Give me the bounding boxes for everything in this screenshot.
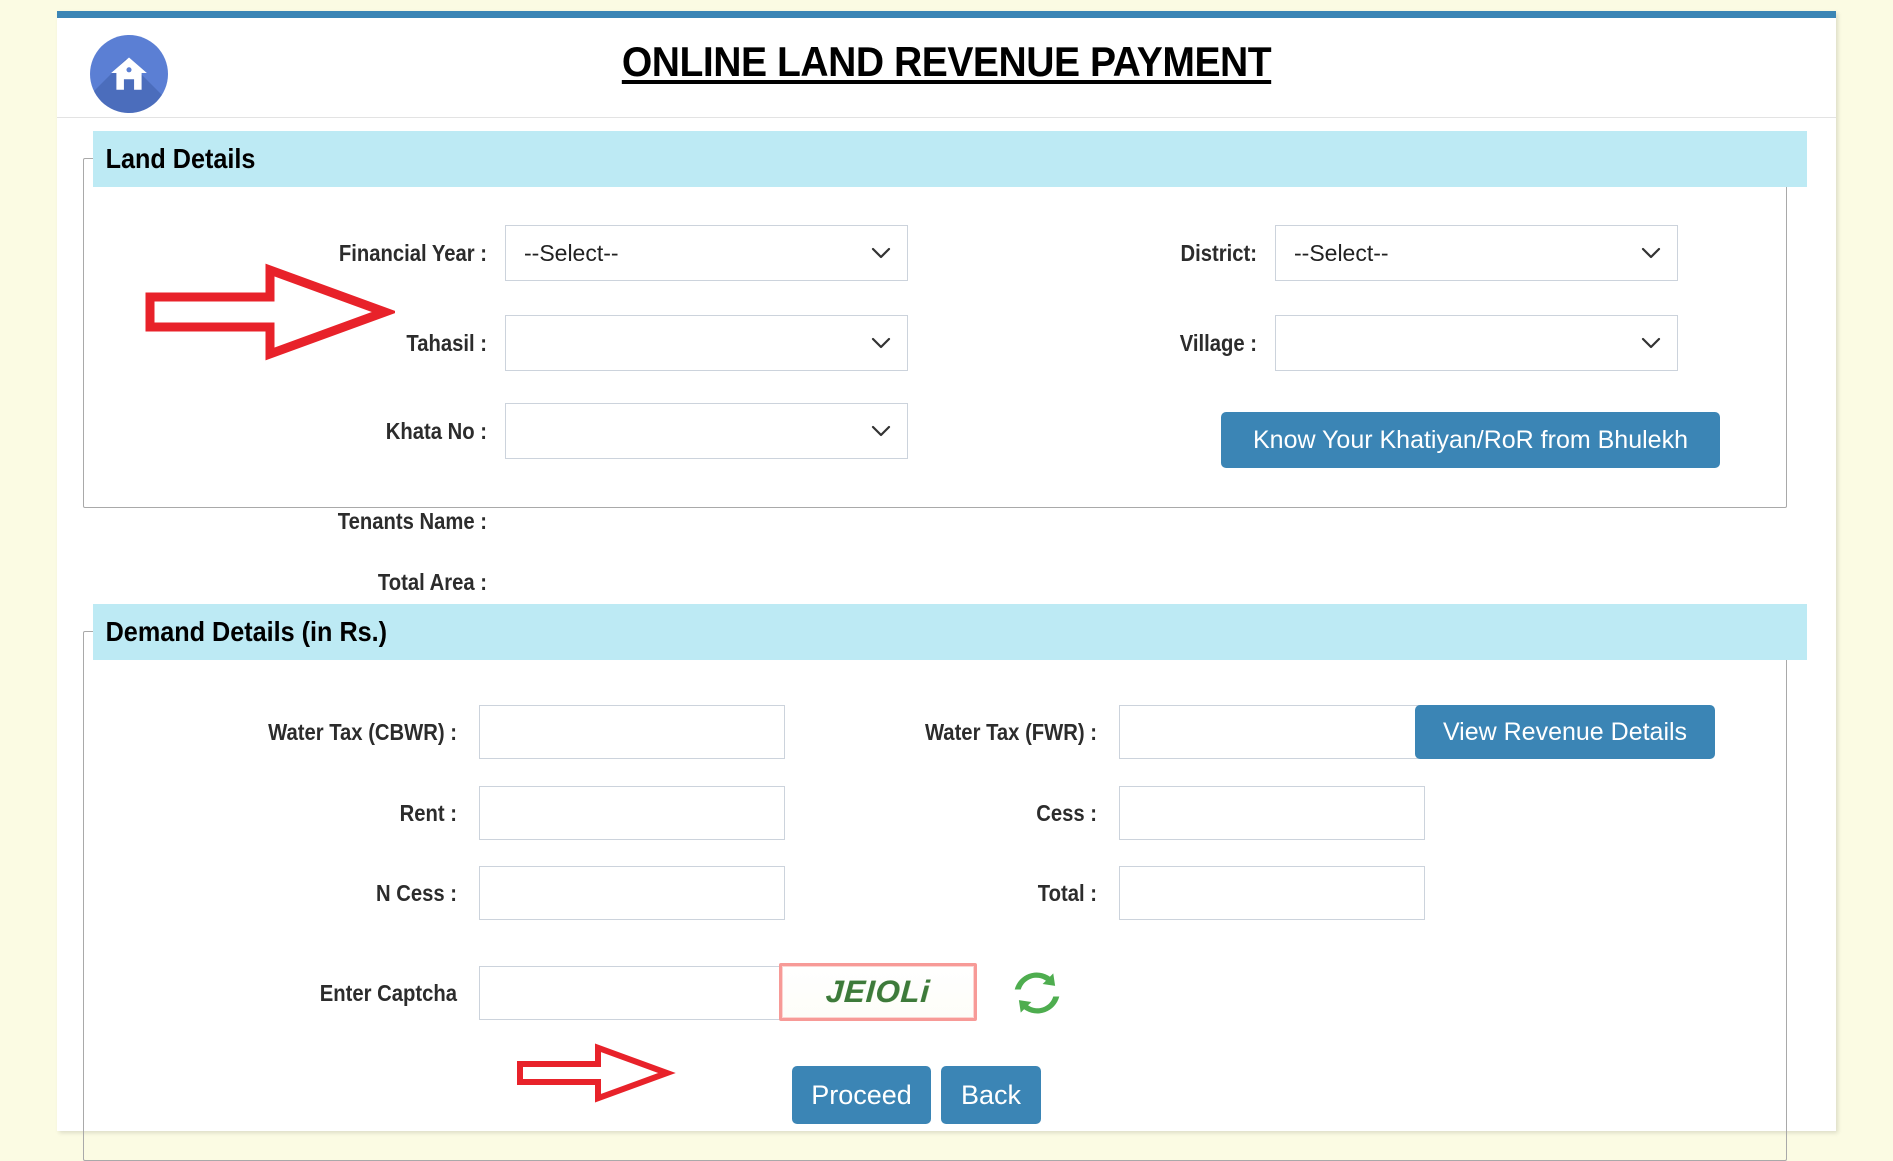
chevron-down-icon [1641, 247, 1661, 259]
field-cess: Cess : [857, 786, 1425, 840]
village-label: Village : [1151, 330, 1257, 357]
total-area-label: Total Area : [320, 569, 487, 596]
chevron-down-icon [1641, 337, 1661, 349]
red-arrow-annotation-proceed [465, 1043, 725, 1103]
water-tax-fwr-input[interactable] [1119, 705, 1425, 759]
field-village: Village : [1137, 315, 1678, 371]
khata-no-select[interactable] [505, 403, 908, 459]
field-water-tax-cbwr: Water Tax (CBWR) : [197, 705, 785, 759]
n-cess-label: N Cess : [228, 880, 457, 907]
field-khata-no: Khata No : [297, 403, 908, 459]
rent-input[interactable] [479, 786, 785, 840]
water-tax-cbwr-label: Water Tax (CBWR) : [228, 719, 457, 746]
captcha-input[interactable] [479, 966, 785, 1020]
chevron-down-icon [871, 247, 891, 259]
captcha-image: JEIOLi [779, 963, 977, 1021]
tenants-name-label: Tenants Name : [320, 508, 487, 535]
refresh-captcha-button[interactable] [1012, 968, 1062, 1023]
page-header: ONLINE LAND REVENUE PAYMENT [57, 18, 1836, 118]
tahasil-select[interactable] [505, 315, 908, 371]
water-tax-cbwr-input[interactable] [479, 705, 785, 759]
back-button[interactable]: Back [941, 1066, 1041, 1124]
enter-captcha-label: Enter Captcha [228, 980, 457, 1007]
chevron-down-icon [871, 337, 891, 349]
district-value: --Select-- [1294, 240, 1389, 267]
field-tenants-name: Tenants Name : [297, 508, 908, 535]
proceed-button[interactable]: Proceed [792, 1066, 931, 1124]
demand-details-legend-band: Demand Details (in Rs.) [93, 604, 1807, 660]
water-tax-fwr-label: Water Tax (FWR) : [886, 719, 1097, 746]
khata-no-label: Khata No : [320, 418, 487, 445]
rent-label: Rent : [228, 800, 457, 827]
village-select[interactable] [1275, 315, 1678, 371]
total-input[interactable] [1119, 866, 1425, 920]
cess-input[interactable] [1119, 786, 1425, 840]
cess-label: Cess : [886, 800, 1097, 827]
refresh-icon [1012, 968, 1062, 1018]
know-khatiyan-bhulekh-button[interactable]: Know Your Khatiyan/RoR from Bhulekh [1221, 412, 1720, 468]
field-district: District: --Select-- [1137, 225, 1678, 281]
financial-year-value: --Select-- [524, 240, 619, 267]
field-enter-captcha: Enter Captcha [197, 966, 785, 1020]
total-label: Total : [886, 880, 1097, 907]
chevron-down-icon [871, 425, 891, 437]
field-total: Total : [857, 866, 1425, 920]
land-details-legend-band: Land Details [93, 131, 1807, 187]
red-arrow-annotation-financial-year [145, 262, 395, 362]
field-n-cess: N Cess : [197, 866, 785, 920]
district-label: District: [1151, 240, 1257, 267]
form-container: ONLINE LAND REVENUE PAYMENT Land Details… [57, 11, 1836, 1131]
demand-details-legend: Demand Details (in Rs.) [93, 616, 387, 648]
field-water-tax-fwr: Water Tax (FWR) : [857, 705, 1425, 759]
district-select[interactable]: --Select-- [1275, 225, 1678, 281]
field-rent: Rent : [197, 786, 785, 840]
field-total-area: Total Area : [297, 569, 908, 596]
page-root: ONLINE LAND REVENUE PAYMENT Land Details… [0, 0, 1893, 1100]
financial-year-select[interactable]: --Select-- [505, 225, 908, 281]
view-revenue-details-button[interactable]: View Revenue Details [1415, 705, 1715, 759]
n-cess-input[interactable] [479, 866, 785, 920]
captcha-text: JEIOLi [825, 974, 932, 1010]
page-title: ONLINE LAND REVENUE PAYMENT [119, 38, 1773, 86]
land-details-legend: Land Details [93, 143, 255, 175]
